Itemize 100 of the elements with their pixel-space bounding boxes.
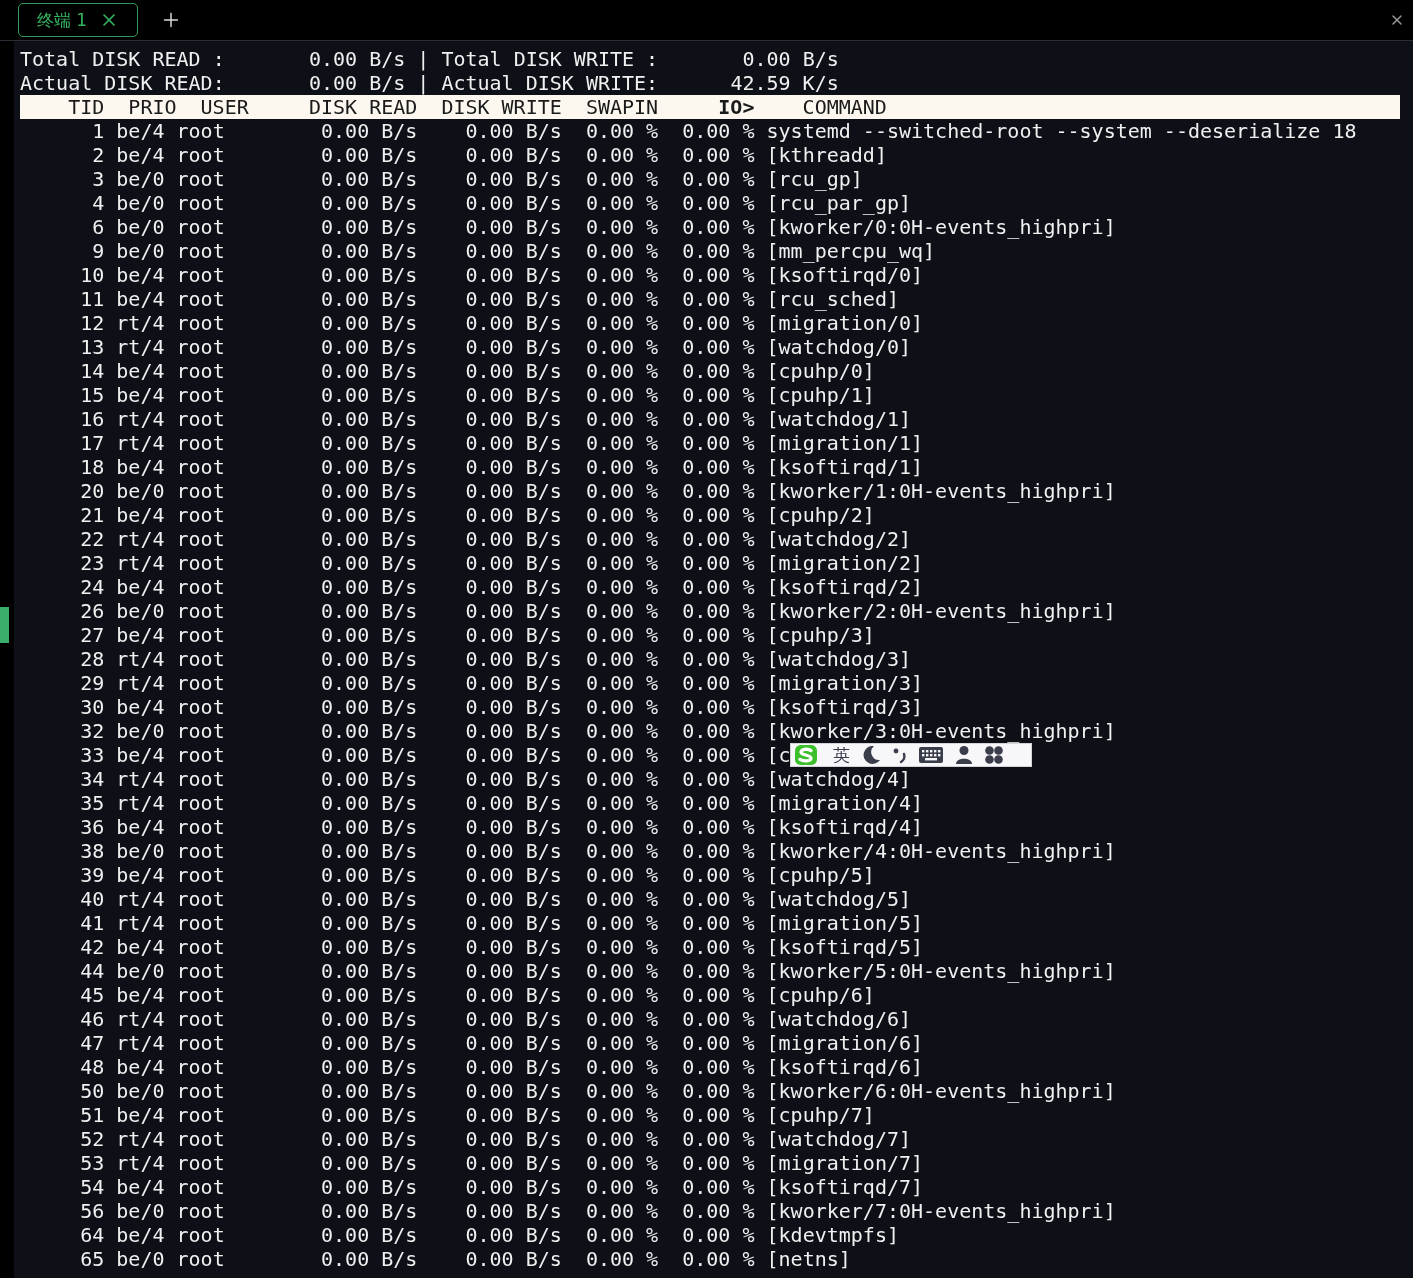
column-header[interactable]: USER bbox=[176, 95, 249, 119]
table-cell-text: 15 bbox=[79, 383, 105, 407]
table-cell-text: 34 bbox=[79, 767, 105, 791]
table-cell-text: be/0 bbox=[115, 599, 165, 623]
table-cell-text: 24 bbox=[79, 575, 105, 599]
table-cell-text: root bbox=[175, 551, 225, 575]
table-cell-text: 0.00 B/s bbox=[320, 263, 418, 287]
table-cell-text: 0.00 B/s bbox=[464, 695, 562, 719]
table-cell-text: 0.00 B/s bbox=[464, 311, 562, 335]
table-cell-text: [c bbox=[765, 743, 791, 767]
table-cell-text: rt/4 bbox=[115, 647, 165, 671]
table-cell-text: 0.00 B/s bbox=[320, 719, 418, 743]
table-cell-text: root bbox=[175, 911, 225, 935]
table-cell-text: be/4 bbox=[115, 1175, 165, 1199]
table-cell-text: be/4 bbox=[115, 455, 165, 479]
table-cell-text: 0.00 % bbox=[584, 1055, 659, 1079]
table-cell-text: 0.00 % bbox=[681, 671, 755, 695]
table-cell-text: 13 bbox=[79, 335, 105, 359]
table-cell-text: 0.00 % bbox=[681, 1247, 755, 1271]
table-cell-text: 0.00 B/s bbox=[320, 983, 418, 1007]
table-cell-text: [cpuhp/2] bbox=[765, 503, 875, 527]
column-header[interactable]: TID bbox=[20, 95, 105, 119]
table-cell-text: root bbox=[175, 527, 225, 551]
table-cell-text: 0.00 % bbox=[681, 719, 755, 743]
table-cell-text: 0.00 B/s bbox=[464, 191, 562, 215]
table-cell-text: 0.00 B/s bbox=[320, 767, 418, 791]
table-cell-text: 0.00 % bbox=[681, 863, 755, 887]
table-cell-text: 48 bbox=[79, 1055, 105, 1079]
table-cell-text: 0.00 B/s bbox=[464, 1247, 562, 1271]
table-cell-text: 0.00 % bbox=[584, 455, 659, 479]
column-header[interactable]: COMMAND bbox=[754, 95, 1400, 119]
column-header[interactable]: PRIO bbox=[104, 95, 177, 119]
table-cell-text: [watchdog/6] bbox=[765, 1007, 911, 1031]
table-cell-text: 0.00 % bbox=[584, 167, 659, 191]
table-cell-text: 40 bbox=[79, 887, 105, 911]
column-header[interactable]: DISK WRITE bbox=[417, 95, 562, 119]
summary-value: 0.00 B/s bbox=[307, 71, 406, 95]
table-cell-text: 56 bbox=[79, 1199, 105, 1223]
table-cell-text: 0.00 B/s bbox=[464, 1223, 562, 1247]
keyboard-icon[interactable] bbox=[918, 746, 944, 764]
table-cell-text: root bbox=[175, 239, 225, 263]
table-cell-text: [migration/7] bbox=[765, 1151, 924, 1175]
table-cell-text: root bbox=[175, 1247, 225, 1271]
input-mode-button[interactable]: 英 bbox=[833, 745, 850, 765]
table-cell-text: [migration/4] bbox=[765, 791, 924, 815]
table-cell-text: root bbox=[175, 743, 225, 767]
table-cell-text: 0.00 B/s bbox=[464, 863, 562, 887]
table-cell-text: 0.00 % bbox=[584, 1223, 659, 1247]
table-cell-text: root bbox=[175, 1103, 225, 1127]
column-header[interactable]: IO> bbox=[658, 95, 755, 119]
table-cell-text: 52 bbox=[79, 1127, 105, 1151]
table-cell-text: root bbox=[175, 503, 225, 527]
table-cell-text: 50 bbox=[79, 1079, 105, 1103]
table-cell-text: 0.00 B/s bbox=[464, 959, 562, 983]
table-cell-text: 0.00 B/s bbox=[464, 479, 562, 503]
table-cell-text: 0.00 B/s bbox=[320, 359, 418, 383]
table-cell-text: [kworker/4:0H-events_highpri] bbox=[765, 839, 1116, 863]
table-cell-text: [ksoftirqd/0] bbox=[765, 263, 924, 287]
table-cell-text: root bbox=[175, 767, 225, 791]
table-cell-text: 41 bbox=[79, 911, 105, 935]
table-cell-text: 54 bbox=[79, 1175, 105, 1199]
table-cell-text: 0.00 B/s bbox=[464, 143, 562, 167]
terminal-tab[interactable]: 终端 1 bbox=[18, 3, 138, 37]
table-cell-text: [watchdog/3] bbox=[765, 647, 911, 671]
table-cell-text: [kworker/7:0H-events_highpri] bbox=[765, 1199, 1116, 1223]
table-cell-text: [watchdog/1] bbox=[765, 407, 911, 431]
table-cell-text: systemd --switched-root --system --deserialize 18 bbox=[765, 119, 1357, 143]
table-cell-text: 0.00 B/s bbox=[320, 1055, 418, 1079]
table-cell-text: 0.00 B/s bbox=[464, 743, 562, 767]
table-cell-text: 0.00 B/s bbox=[464, 719, 562, 743]
table-cell-text: 0.00 B/s bbox=[320, 239, 418, 263]
column-header[interactable]: SWAPIN bbox=[561, 95, 659, 119]
table-cell-text: 0.00 B/s bbox=[320, 527, 418, 551]
column-header[interactable]: DISK READ bbox=[248, 95, 418, 119]
person-icon[interactable] bbox=[954, 745, 974, 765]
table-cell-text: rt/4 bbox=[115, 1127, 165, 1151]
table-cell-text: 0.00 % bbox=[584, 599, 659, 623]
punctuation-icon[interactable] bbox=[892, 746, 908, 764]
clover-icon[interactable] bbox=[984, 745, 1004, 765]
table-cell-text: be/0 bbox=[115, 479, 165, 503]
table-cell-text: [watchdog/2] bbox=[765, 527, 911, 551]
table-cell-text: 0.00 % bbox=[681, 335, 755, 359]
table-cell-text: be/4 bbox=[115, 695, 165, 719]
table-cell-text: 33 bbox=[79, 743, 105, 767]
table-cell-text: be/4 bbox=[115, 119, 165, 143]
table-cell-text: 0.00 % bbox=[584, 215, 659, 239]
table-cell-text: rt/4 bbox=[115, 527, 165, 551]
table-cell-text: 65 bbox=[79, 1247, 105, 1271]
table-cell-text: be/4 bbox=[115, 503, 165, 527]
table-cell-text: root bbox=[175, 1175, 225, 1199]
close-icon[interactable] bbox=[1389, 12, 1405, 28]
table-cell-text: 0.00 % bbox=[681, 311, 755, 335]
table-cell-text: 42 bbox=[79, 935, 105, 959]
table-cell-text: be/4 bbox=[115, 983, 165, 1007]
table-cell-text: 0.00 B/s bbox=[464, 791, 562, 815]
table-cell-text: 38 bbox=[79, 839, 105, 863]
table-cell-text: 0.00 % bbox=[584, 815, 659, 839]
table-cell-text: 0.00 B/s bbox=[320, 479, 418, 503]
table-cell-text: root bbox=[175, 479, 225, 503]
table-cell-text: 0.00 % bbox=[681, 479, 755, 503]
